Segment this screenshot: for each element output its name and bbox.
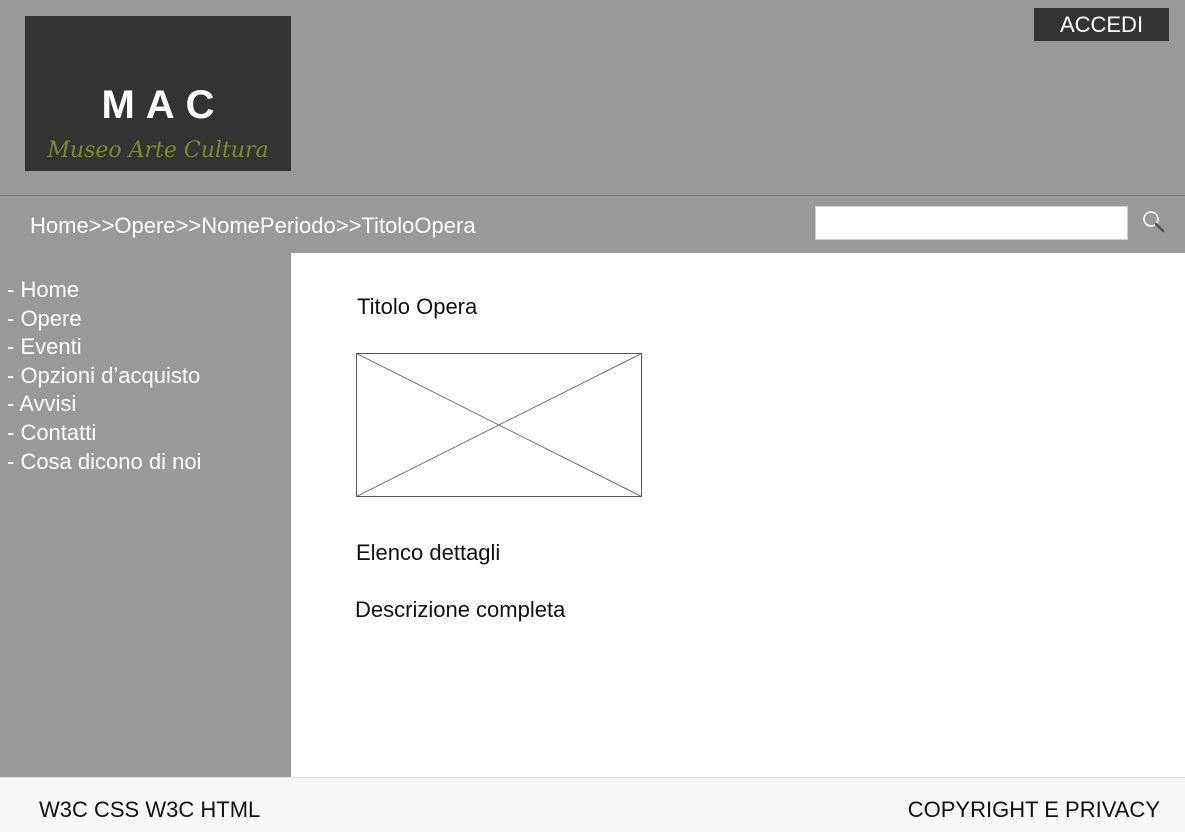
copyright-privacy-link[interactable]: COPYRIGHT E PRIVACY xyxy=(908,796,1160,824)
logo-subtitle: Museo Arte Cultura xyxy=(47,138,269,163)
sidebar-item-contatti[interactable]: - Contatti xyxy=(7,419,201,448)
sidebar-item-eventi[interactable]: - Eventi xyxy=(7,333,201,362)
footer: W3C CSS W3C HTML COPYRIGHT E PRIVACY xyxy=(0,777,1185,832)
artwork-title: Titolo Opera xyxy=(357,294,478,319)
sidebar-menu: - Home - Opere - Eventi - Opzioni d’acqu… xyxy=(7,276,201,476)
details-heading: Elenco dettagli xyxy=(356,540,501,565)
breadcrumb[interactable]: Home>>Opere>>NomePeriodo>>TitoloOpera xyxy=(30,212,476,240)
sidebar-item-avvisi[interactable]: - Avvisi xyxy=(7,390,201,419)
search-input[interactable] xyxy=(815,206,1128,240)
w3c-css-link[interactable]: W3C CSS xyxy=(39,797,139,822)
footer-validators: W3C CSS W3C HTML xyxy=(39,796,260,824)
login-button[interactable]: ACCEDI xyxy=(1034,8,1169,41)
sidebar-item-cosa-dicono-di-noi[interactable]: - Cosa dicono di noi xyxy=(7,448,201,477)
sidebar-item-opzioni-acquisto[interactable]: - Opzioni d’acquisto xyxy=(7,362,201,391)
search-icon[interactable] xyxy=(1142,210,1166,234)
sidebar-item-opere[interactable]: - Opere xyxy=(7,305,201,334)
logo-title: MAC xyxy=(101,83,226,127)
header: MAC Museo Arte Cultura ACCEDI xyxy=(0,0,1185,196)
sidebar-item-home[interactable]: - Home xyxy=(7,276,201,305)
navigation-bar: Home>>Opere>>NomePeriodo>>TitoloOpera xyxy=(0,196,1185,253)
sidebar: - Home - Opere - Eventi - Opzioni d’acqu… xyxy=(0,253,291,777)
artwork-image-placeholder xyxy=(356,353,642,497)
logo[interactable]: MAC Museo Arte Cultura xyxy=(25,16,291,171)
main-content: Titolo Opera Elenco dettagli Descrizione… xyxy=(291,253,1185,777)
w3c-html-link[interactable]: W3C HTML xyxy=(145,797,260,822)
description-heading: Descrizione completa xyxy=(355,597,566,622)
